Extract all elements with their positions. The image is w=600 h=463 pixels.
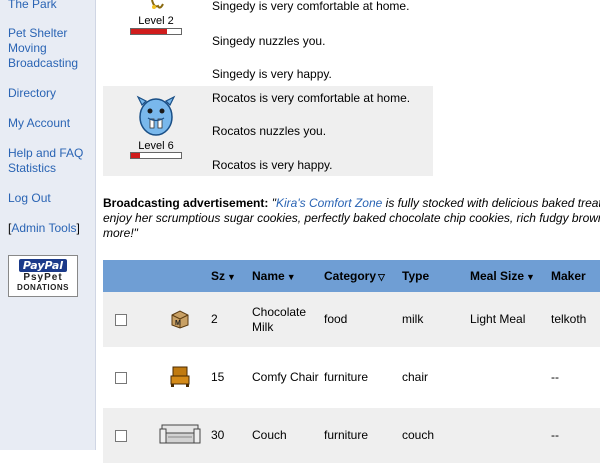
column-header-maker: Maker bbox=[551, 260, 600, 292]
pet-message: Singedy is very comfortable at home. bbox=[212, 0, 410, 13]
column-header-select bbox=[103, 260, 148, 292]
nav-link-statistics[interactable]: Statistics bbox=[8, 161, 90, 176]
pet-avatar-rocatos[interactable] bbox=[130, 91, 182, 142]
sort-arrow-icon: ▼ bbox=[227, 272, 236, 282]
pet-level-label: Level 6 bbox=[138, 140, 174, 152]
item-icon-cell: M bbox=[148, 292, 211, 347]
sort-arrow-icon: ▼ bbox=[526, 272, 535, 282]
item-type: milk bbox=[402, 292, 470, 347]
item-size: 15 bbox=[211, 370, 225, 384]
nav-link-broadcasting[interactable]: Broadcasting bbox=[8, 56, 90, 71]
table-header-row: Sz ▼ Name ▼ Category ▽ Type Meal Size ▼ Make… bbox=[103, 260, 600, 292]
row-checkbox[interactable] bbox=[115, 371, 127, 384]
ad-line-2: enjoy her scrumptious sugar cookies, per… bbox=[103, 211, 600, 225]
column-header-label: Type bbox=[402, 269, 430, 283]
item-category: furniture bbox=[324, 370, 369, 384]
select-cell bbox=[103, 408, 148, 463]
column-header-label: Name bbox=[252, 269, 285, 283]
item-maker: -- bbox=[551, 370, 559, 384]
item-meal-size bbox=[470, 408, 551, 463]
item-name: Couch bbox=[252, 408, 324, 463]
svg-text:M: M bbox=[175, 320, 181, 327]
ad-shop-link[interactable]: Kira's Comfort Zone bbox=[276, 196, 382, 210]
ad-label: Broadcasting advertisement: bbox=[103, 196, 269, 210]
pet-row-singedy: Level 2 Singedy is very comfortable at h… bbox=[103, 0, 433, 86]
pet-rocatos-icon bbox=[136, 95, 176, 136]
ad-line-1: Broadcasting advertisement: "Kira's Comf… bbox=[103, 196, 600, 211]
column-header-label: Maker bbox=[551, 269, 586, 283]
pet-row-rocatos: Level 6 Rocatos is very comfortable at h… bbox=[103, 86, 433, 176]
item-size: 30 bbox=[211, 408, 252, 463]
pet-message: Rocatos nuzzles you. bbox=[212, 124, 327, 138]
pet-level-label: Level 2 bbox=[138, 15, 174, 27]
ad-line-3: more!" bbox=[103, 226, 138, 240]
column-header-type: Type bbox=[402, 260, 470, 292]
column-header-label: Meal Size bbox=[470, 269, 525, 283]
pet-level-bar-fill bbox=[131, 153, 140, 158]
item-meal-size: Light Meal bbox=[470, 292, 551, 347]
ad-text: is fully stocked with delicious baked tr… bbox=[382, 196, 600, 210]
item-type: couch bbox=[402, 408, 470, 463]
row-checkbox[interactable] bbox=[115, 429, 127, 442]
broadcast-advertisement: Broadcasting advertisement: "Kira's Comf… bbox=[103, 196, 600, 242]
paypal-donation-button[interactable]: PayPal PsyPet DONATIONS bbox=[8, 255, 78, 297]
couch-icon bbox=[159, 424, 200, 443]
pet-message: Rocatos is very happy. bbox=[212, 158, 333, 172]
column-header-label: Sz bbox=[211, 269, 226, 283]
row-checkbox[interactable] bbox=[115, 313, 127, 326]
select-cell bbox=[103, 292, 148, 347]
item-size: 2 bbox=[211, 292, 252, 347]
select-cell bbox=[103, 350, 148, 405]
table-row: 30 Couch furniture couch -- bbox=[103, 408, 600, 463]
item-category: food bbox=[324, 292, 402, 347]
nav-link-the-park[interactable]: The Park bbox=[8, 0, 90, 12]
pet-level-bar bbox=[130, 152, 182, 159]
bracket-close: ] bbox=[76, 221, 80, 235]
sort-arrow-icon: ▼ bbox=[286, 272, 296, 282]
pet-message: Rocatos is very comfortable at home. bbox=[212, 91, 411, 105]
sidebar-nav: The Park Pet Shelter Moving Broadcasting… bbox=[0, 0, 96, 450]
item-maker: -- bbox=[551, 408, 600, 463]
donation-label: DONATIONS bbox=[17, 283, 69, 292]
column-header-name[interactable]: Name ▼ bbox=[252, 260, 324, 292]
nav-link-pet-shelter[interactable]: Pet Shelter bbox=[8, 26, 90, 41]
inventory-table: Sz ▼ Name ▼ Category ▽ Type Meal Size ▼ Make… bbox=[103, 260, 600, 463]
item-name: Comfy Chair bbox=[252, 370, 319, 384]
donation-site-name: PsyPet bbox=[23, 272, 63, 283]
sort-arrow-icon: ▽ bbox=[378, 272, 385, 282]
item-maker: telkoth bbox=[551, 292, 600, 347]
pet-level-bar bbox=[130, 28, 182, 35]
nav-link-log-out[interactable]: Log Out bbox=[8, 191, 90, 206]
pet-level-bar-fill bbox=[131, 29, 167, 34]
pet-message: Singedy is very happy. bbox=[212, 67, 332, 81]
table-row: M 2 Chocolate Milk food milk Light Meal … bbox=[103, 292, 600, 347]
nav-link-my-account[interactable]: My Account bbox=[8, 116, 90, 131]
table-row: 15 Comfy Chair furniture chair -- bbox=[103, 350, 600, 405]
nav-link-moving[interactable]: Moving bbox=[8, 41, 90, 56]
column-header-meal-size[interactable]: Meal Size ▼ bbox=[470, 260, 551, 292]
item-icon-cell bbox=[148, 408, 211, 463]
nav-link-help-faq[interactable]: Help and FAQ bbox=[8, 146, 90, 161]
box-icon: M bbox=[171, 309, 188, 329]
column-header-size[interactable]: Sz ▼ bbox=[211, 260, 252, 292]
nav-link-directory[interactable]: Directory bbox=[8, 86, 90, 101]
item-meal-size bbox=[470, 350, 551, 405]
item-name: Chocolate Milk bbox=[252, 292, 324, 347]
column-header-icon bbox=[148, 260, 211, 292]
item-category: furniture bbox=[324, 408, 402, 463]
column-header-category[interactable]: Category ▽ bbox=[324, 260, 402, 292]
paypal-logo: PayPal bbox=[18, 259, 68, 272]
pet-singedy-icon bbox=[151, 0, 164, 9]
chair-icon bbox=[170, 366, 189, 387]
column-header-label: Category bbox=[324, 269, 377, 283]
item-icon-cell bbox=[148, 350, 211, 405]
nav-link-admin-tools[interactable]: [Admin Tools] bbox=[8, 221, 90, 236]
admin-tools-label: Admin Tools bbox=[11, 221, 77, 235]
item-type: chair bbox=[402, 370, 429, 384]
pet-message: Singedy nuzzles you. bbox=[212, 34, 326, 48]
